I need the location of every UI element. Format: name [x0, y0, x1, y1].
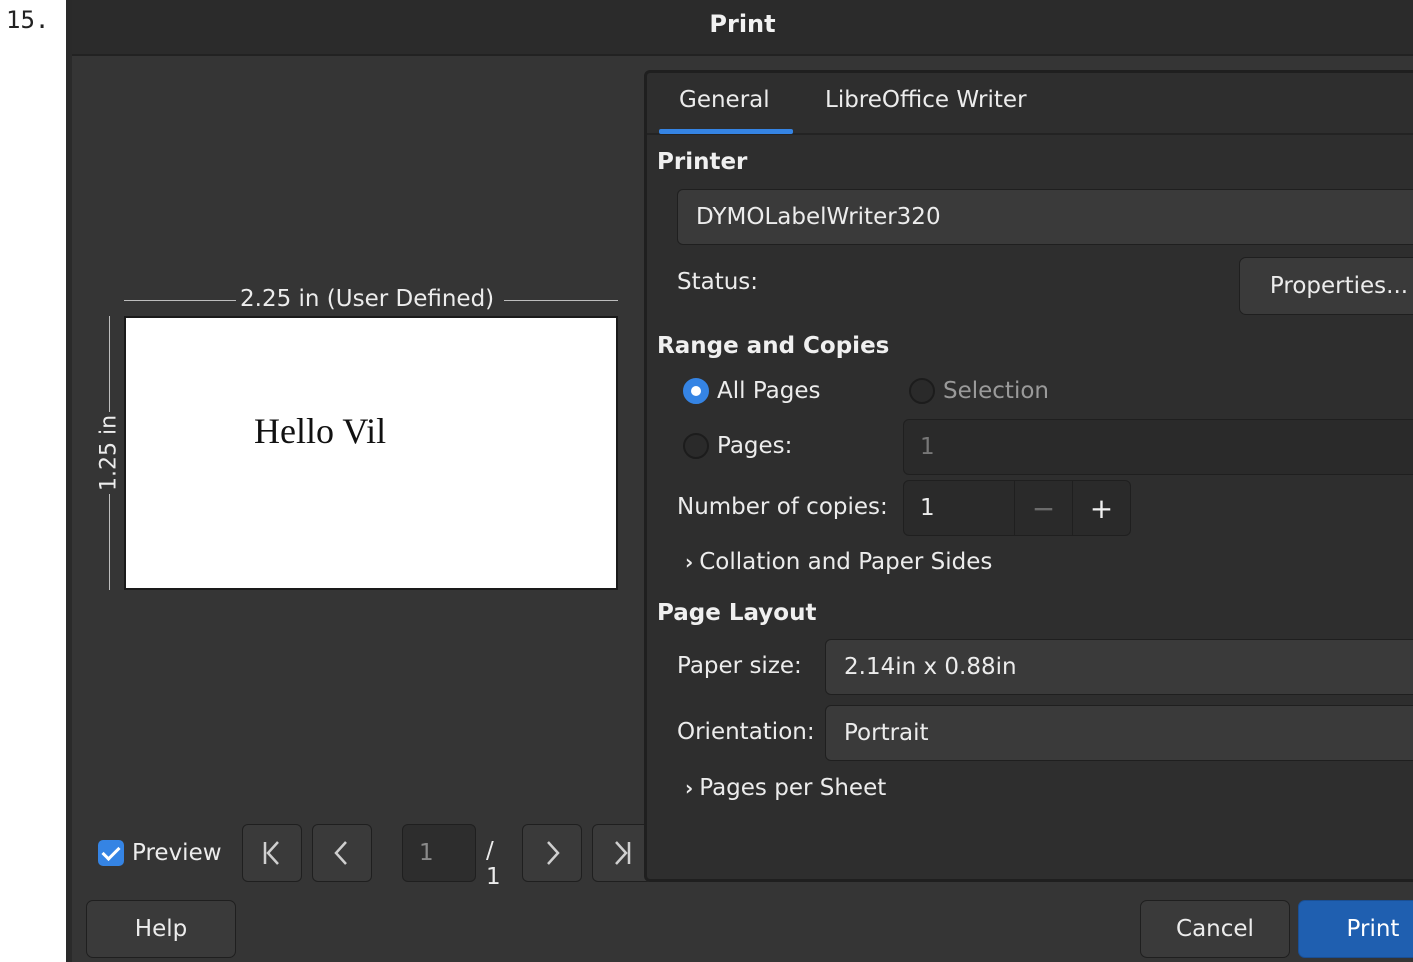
chevron-right-icon: ›	[685, 776, 694, 800]
paper-size-select[interactable]: 2.14in x 0.88in ⌄	[825, 639, 1413, 695]
selection-label: Selection	[943, 378, 1049, 404]
dimension-line	[504, 300, 618, 301]
plus-icon[interactable]: +	[1072, 481, 1130, 535]
chevron-right-icon	[547, 841, 560, 865]
printer-select[interactable]: DYMOLabelWriter320 ⌄	[677, 189, 1413, 245]
first-page-button[interactable]	[242, 824, 302, 882]
pages-input[interactable]: 1	[903, 419, 1413, 475]
list-number: 15.	[6, 6, 50, 34]
chevron-left-icon	[334, 841, 347, 865]
collation-expander[interactable]: › Collation and Paper Sides	[685, 549, 992, 575]
preview-document-text: Hello Vil	[254, 411, 387, 451]
chevron-right-icon: ›	[685, 550, 694, 574]
orientation-label: Orientation:	[677, 719, 815, 745]
minus-icon[interactable]: −	[1014, 481, 1072, 535]
range-section-title: Range and Copies	[657, 333, 890, 359]
orientation-select[interactable]: Portrait ⌄	[825, 705, 1413, 761]
paper-size-label: Paper size:	[677, 653, 802, 679]
print-dialog: Print 2.25 in (User Defined) 1.25 in Hel…	[66, 0, 1413, 962]
preview-checkbox-label: Preview	[132, 840, 222, 866]
printer-select-value: DYMOLabelWriter320	[696, 204, 941, 230]
width-label: 2.25 in (User Defined)	[240, 286, 495, 312]
last-page-icon	[615, 841, 631, 865]
copies-label: Number of copies:	[677, 494, 888, 520]
previous-page-button[interactable]	[312, 824, 372, 882]
tab-bar: General LibreOffice Writer	[647, 73, 1413, 135]
page-preview: Hello Vil	[124, 316, 618, 590]
checkbox-checked-icon[interactable]	[98, 840, 124, 866]
dimension-line	[109, 316, 110, 412]
pages-label: Pages:	[717, 433, 793, 459]
collation-label: Collation and Paper Sides	[699, 549, 993, 575]
settings-panel: General LibreOffice Writer Printer DYMOL…	[644, 70, 1413, 882]
dimension-line	[109, 494, 110, 590]
help-button[interactable]: Help	[86, 900, 236, 958]
pages-per-sheet-expander[interactable]: › Pages per Sheet	[685, 775, 886, 801]
cancel-button[interactable]: Cancel	[1140, 900, 1290, 958]
first-page-icon	[263, 841, 279, 865]
all-pages-radio[interactable]	[683, 378, 709, 404]
properties-button[interactable]: Properties...	[1239, 257, 1413, 315]
tab-libreoffice-writer[interactable]: LibreOffice Writer	[825, 87, 1027, 113]
print-button[interactable]: Print	[1298, 900, 1413, 958]
width-dimension: 2.25 in (User Defined)	[124, 286, 618, 314]
printer-section-title: Printer	[657, 149, 748, 175]
pages-radio[interactable]	[683, 433, 709, 459]
tab-general[interactable]: General	[679, 87, 770, 113]
orientation-value: Portrait	[844, 720, 929, 746]
page-number-input[interactable]: 1	[402, 824, 476, 882]
dimension-line	[124, 300, 236, 301]
last-page-button[interactable]	[592, 824, 652, 882]
preview-checkbox[interactable]: Preview	[98, 840, 222, 866]
page-total: / 1	[486, 838, 501, 890]
paper-size-value: 2.14in x 0.88in	[844, 654, 1017, 680]
tab-selected-indicator	[659, 129, 793, 134]
all-pages-label: All Pages	[717, 378, 821, 404]
title-bar: Print	[72, 0, 1413, 56]
copies-stepper[interactable]: 1 − +	[903, 480, 1131, 536]
pages-per-sheet-label: Pages per Sheet	[699, 775, 887, 801]
height-label: 1.25 in	[96, 414, 122, 492]
height-dimension: 1.25 in	[94, 316, 124, 590]
copies-value[interactable]: 1	[920, 481, 935, 535]
next-page-button[interactable]	[522, 824, 582, 882]
dialog-title: Print	[709, 10, 776, 38]
status-label: Status:	[677, 269, 759, 295]
selection-radio[interactable]	[909, 378, 935, 404]
page-layout-section-title: Page Layout	[657, 600, 817, 626]
